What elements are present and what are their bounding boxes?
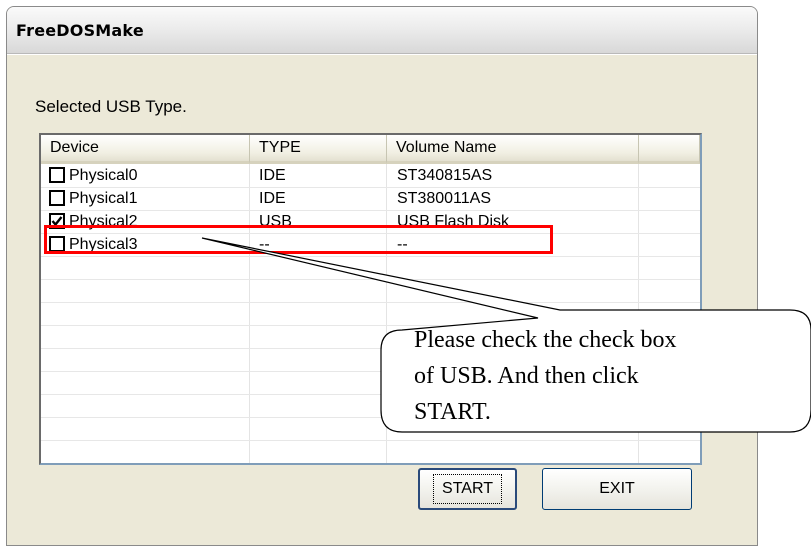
device-cell: Physical2: [69, 213, 138, 230]
callout-line: START.: [414, 399, 491, 425]
callout-line: Please check the check box: [414, 327, 677, 353]
device-cell: Physical1: [69, 190, 138, 207]
table-row[interactable]: Physical0 IDE ST340815AS: [41, 164, 700, 187]
section-label: Selected USB Type.: [35, 97, 187, 116]
column-header-device[interactable]: Device: [41, 135, 250, 164]
start-button[interactable]: START: [418, 468, 517, 510]
grid-row-line: [41, 302, 700, 303]
check-mark-icon: [51, 216, 63, 227]
checkbox[interactable]: [49, 236, 65, 252]
app-window: FreeDOSMake Selected USB Type. Device TY…: [6, 6, 758, 546]
volume-cell: --: [397, 236, 408, 253]
table-row[interactable]: Physical3 -- --: [41, 233, 700, 256]
checkbox[interactable]: [49, 190, 65, 206]
column-header-volume[interactable]: Volume Name: [387, 135, 639, 164]
window-title: FreeDOSMake: [16, 21, 144, 40]
callout-line: of USB. And then click: [414, 363, 639, 389]
device-cell: Physical0: [69, 167, 138, 184]
dialog-body: Selected USB Type. Device TYPE Volume Na…: [7, 54, 757, 545]
table-row[interactable]: Physical2 USB USB Flash Disk: [41, 210, 700, 233]
checkbox-checked[interactable]: [49, 213, 65, 229]
volume-cell: USB Flash Disk: [397, 213, 510, 230]
callout-text: Please check the check box of USB. And t…: [414, 322, 804, 430]
type-cell: IDE: [259, 190, 286, 207]
grid-row-line: [41, 440, 700, 441]
grid-row-line: [41, 279, 700, 280]
table-row[interactable]: Physical1 IDE ST380011AS: [41, 187, 700, 210]
title-bar[interactable]: FreeDOSMake: [7, 7, 757, 54]
type-cell: --: [259, 236, 270, 253]
volume-cell: ST380011AS: [397, 190, 491, 207]
list-header: Device TYPE Volume Name: [41, 135, 700, 164]
type-cell: USB: [259, 213, 292, 230]
checkbox[interactable]: [49, 167, 65, 183]
exit-button[interactable]: EXIT: [542, 468, 692, 510]
column-header-type[interactable]: TYPE: [250, 135, 387, 164]
start-button-label: START: [433, 474, 502, 504]
grid-row-line: [41, 256, 700, 257]
volume-cell: ST340815AS: [397, 167, 493, 184]
column-header-empty[interactable]: [639, 135, 700, 164]
device-cell: Physical3: [69, 236, 138, 253]
type-cell: IDE: [259, 167, 286, 184]
